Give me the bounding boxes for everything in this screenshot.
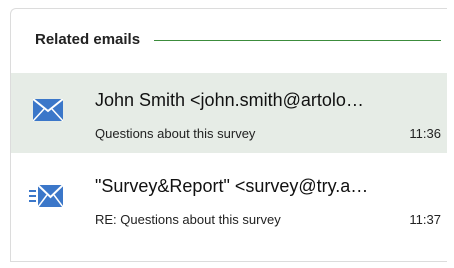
email-sender: John Smith <john.smith@artolo…	[95, 90, 364, 110]
email-subject: RE: Questions about this survey	[95, 212, 281, 227]
reply-envelope-icon	[29, 185, 63, 207]
email-row[interactable]: "Survey&Report" <survey@try.a… RE: Quest…	[11, 159, 447, 239]
email-time: 11:36	[409, 126, 441, 141]
email-time: 11:37	[409, 212, 441, 227]
envelope-icon	[33, 99, 63, 121]
section-title: Related emails	[35, 31, 141, 48]
email-row[interactable]: John Smith <john.smith@artolo… Questions…	[11, 73, 447, 153]
email-sender: "Survey&Report" <survey@try.a…	[95, 176, 369, 196]
email-subject: Questions about this survey	[95, 126, 256, 141]
header-divider	[154, 40, 441, 41]
related-emails-panel: Related emails John Smith <john.smith@ar…	[10, 8, 447, 262]
related-emails-header: Related emails	[35, 31, 441, 48]
